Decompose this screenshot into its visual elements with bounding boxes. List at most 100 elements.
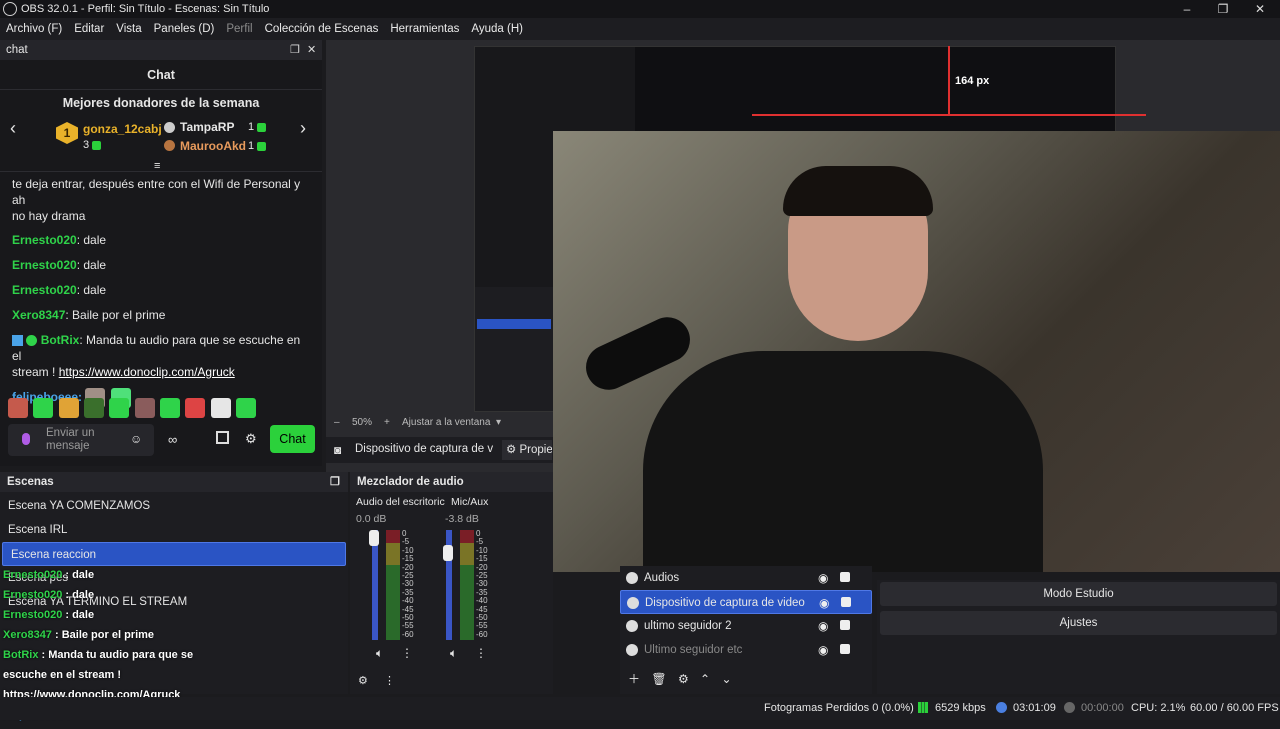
title-bar: OBS 32.0.1 - Perfil: Sin Título - Escena… [0, 0, 1280, 18]
donor-leaderboard: Mejores donadores de la semana ‹ › 1 gon… [0, 90, 322, 172]
zoom-in-icon[interactable]: + [384, 417, 390, 428]
float-dock-icon[interactable]: ❐ [330, 475, 340, 488]
speaker-icon[interactable]: 🔈︎ [376, 646, 383, 661]
overlay-text: : dale [62, 609, 95, 621]
chat-message-partial: no hay drama [12, 209, 86, 223]
lock-icon[interactable] [841, 597, 851, 607]
webcam-feed[interactable] [553, 131, 1280, 572]
overlay-username: Ernesto020 [3, 569, 63, 581]
fit-window-label[interactable]: Ajustar a la ventana [402, 417, 490, 428]
emote-icon[interactable] [185, 398, 206, 418]
emote-icon[interactable] [58, 398, 79, 418]
maximize-button[interactable]: ❐ [1206, 0, 1240, 18]
source-settings-icon[interactable]: ⚙ [678, 672, 689, 686]
more-options-icon[interactable]: ⋮ [401, 646, 413, 660]
visibility-eye-icon[interactable]: ◉ [818, 566, 828, 590]
chat-text: stream ! [12, 365, 59, 379]
dropdown-arrow-icon[interactable]: ▾ [496, 417, 501, 428]
volume-slider-handle[interactable] [443, 545, 453, 561]
menu-item[interactable]: Ayuda (H) [465, 23, 529, 35]
source-item[interactable]: Dispositivo de captura de video ◉ [620, 590, 872, 614]
volume-slider-handle[interactable] [369, 530, 379, 546]
chat-username[interactable]: Xero8347 [12, 308, 65, 322]
emote-icon[interactable] [84, 398, 105, 418]
source-label: Ultimo seguidor etc [644, 644, 743, 656]
mixer-settings-icon[interactable]: ⚙ [358, 674, 368, 687]
more-options-icon[interactable]: ⋮ [475, 646, 487, 660]
chat-username[interactable]: Ernesto020 [12, 258, 77, 272]
overlay-username: BotRix [3, 649, 39, 661]
record-time: 00:00:00 [1081, 702, 1124, 714]
chat-link[interactable]: https://www.donoclip.com/Agruck [59, 365, 235, 379]
source-item[interactable]: Audios ◉ [620, 566, 872, 590]
menu-item[interactable]: Vista [110, 23, 147, 35]
emote-icon[interactable] [210, 398, 231, 418]
channel-name: Mic/Aux [451, 496, 489, 508]
collapse-icon[interactable]: ≡ [154, 160, 160, 172]
lock-icon[interactable] [840, 644, 850, 654]
menu-item[interactable]: Colección de Escenas [259, 23, 385, 35]
speaker-icon[interactable]: 🔈︎ [450, 646, 457, 661]
chat-header: Chat [0, 60, 322, 90]
emote-icon[interactable] [134, 398, 155, 418]
visibility-eye-icon[interactable]: ◉ [819, 591, 829, 615]
settings-button[interactable]: Ajustes [880, 611, 1277, 635]
minimize-button[interactable]: – [1170, 0, 1204, 18]
chat-username[interactable]: Ernesto020 [12, 283, 77, 297]
source-type-icon [626, 620, 638, 632]
chat-text: : dale [76, 258, 107, 272]
bot-badge-icon [12, 335, 23, 347]
remove-source-icon[interactable]: 🗑︎ [651, 672, 666, 686]
mixer-menu-icon[interactable]: ⋮ [384, 674, 395, 687]
lock-icon[interactable] [840, 620, 850, 630]
emote-icon[interactable] [160, 398, 181, 418]
chat-username[interactable]: Ernesto020 [12, 233, 77, 247]
float-dock-icon[interactable]: ❐ [290, 43, 300, 56]
chat-message-partial: te deja entrar, después entre con el Wif… [12, 177, 301, 207]
emote-icon[interactable] [109, 398, 130, 418]
visibility-eye-icon[interactable]: ◉ [818, 638, 828, 662]
menu-item[interactable]: Paneles (D) [148, 23, 221, 35]
chat-send-button[interactable]: Chat [270, 425, 315, 453]
channel-db: -3.8 dB [445, 513, 479, 525]
lock-icon[interactable] [840, 572, 850, 582]
chat-input[interactable]: Enviar un mensaje ☺ [8, 424, 154, 456]
emoji-icon[interactable]: ☺ [130, 432, 142, 446]
menu-item[interactable]: Archivo (F) [0, 23, 68, 35]
close-window-button[interactable]: ✕ [1243, 0, 1277, 18]
source-list: Audios ◉ Dispositivo de captura de video ◉ u… [620, 566, 872, 662]
menu-item[interactable]: Herramientas [384, 23, 465, 35]
move-up-icon[interactable]: ⌃ [700, 672, 710, 686]
emote-icon[interactable] [236, 398, 257, 418]
links-icon[interactable]: ∞ [168, 432, 177, 447]
emote-icon[interactable] [8, 398, 28, 418]
add-source-icon[interactable]: ＋ [628, 672, 640, 686]
prev-arrow-icon[interactable]: ‹ [10, 118, 16, 139]
source-item[interactable]: Ultimo seguidor etc ◉ [620, 638, 872, 662]
store-icon[interactable] [216, 431, 229, 444]
visibility-eye-icon[interactable]: ◉ [818, 614, 828, 638]
close-dock-icon[interactable]: ✕ [307, 43, 316, 56]
source-toolbar: ◙ Dispositivo de captura de v ⚙ Propie [326, 437, 553, 463]
scene-item[interactable]: Escena IRL [0, 518, 348, 542]
source-item[interactable]: ultimo seguidor 2 ◉ [620, 614, 872, 638]
overlay-chat-line: BotRix : Manda tu audio para que se [3, 649, 208, 669]
properties-button[interactable]: ⚙ Propie [502, 440, 552, 460]
donor-amount: 1 [248, 121, 267, 133]
mic-icon [22, 433, 30, 445]
emote-icon[interactable] [33, 398, 54, 418]
next-arrow-icon[interactable]: › [300, 118, 306, 139]
menu-item[interactable]: Editar [68, 23, 110, 35]
overlay-text: : Manda tu audio para que se [38, 649, 194, 661]
selected-source-label: Dispositivo de captura de v [355, 443, 494, 455]
move-down-icon[interactable]: ⌄ [721, 672, 731, 686]
menu-item[interactable]: Perfil [220, 23, 258, 35]
scene-item[interactable]: Escena YA COMENZAMOS [0, 494, 348, 518]
zoom-out-icon[interactable]: – [334, 417, 340, 428]
scene-item[interactable]: Escena reaccion [2, 542, 346, 566]
studio-mode-button[interactable]: Modo Estudio [880, 582, 1277, 606]
source-type-icon [627, 597, 639, 609]
gem-icon [257, 122, 267, 132]
chat-username[interactable]: BotRix [41, 333, 80, 347]
settings-gear-icon[interactable]: ⚙ [245, 431, 257, 447]
